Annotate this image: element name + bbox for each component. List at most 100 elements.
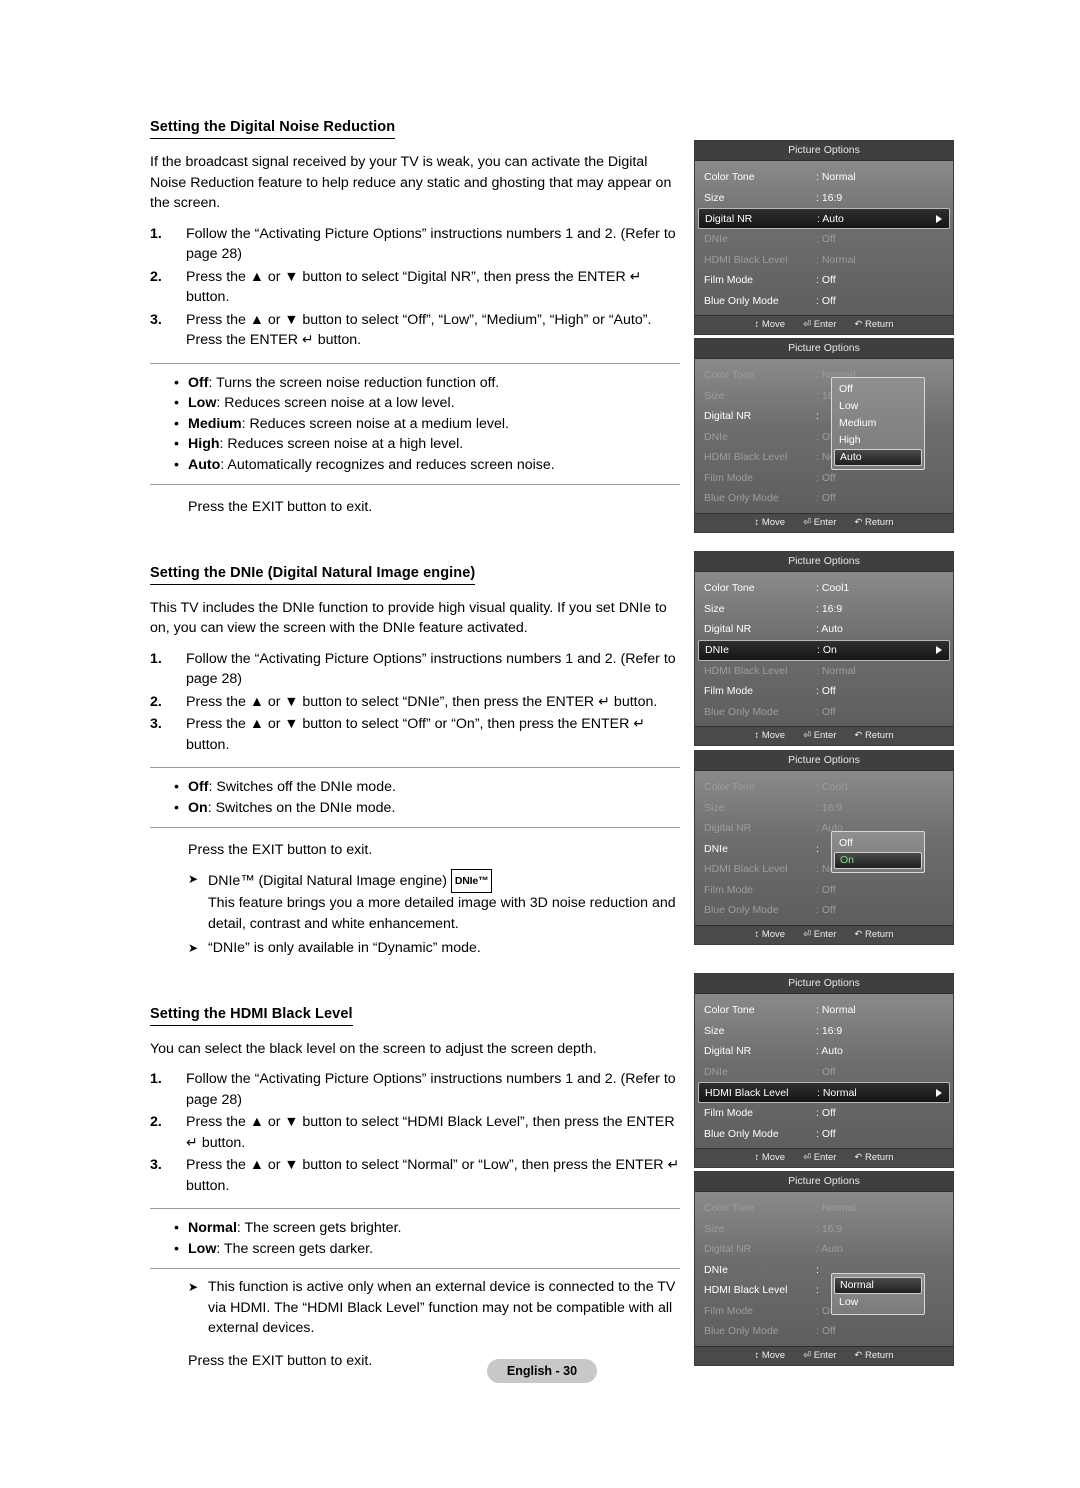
exit-note: Press the EXIT button to exit. (188, 1352, 373, 1369)
osd-row-label: HDMI Black Level (705, 1086, 789, 1099)
step-number: 1. (150, 650, 162, 667)
osd-row[interactable]: Digital NR: Auto (695, 1041, 953, 1062)
bullet-text: : Reduces screen noise at a medium level… (241, 415, 509, 432)
note-arrow-icon: ➤ (188, 871, 199, 886)
osd-panel-dnie-dropdown[interactable]: Picture Options Color Tone: Cool1 Size: … (694, 750, 954, 945)
dropdown-option-off[interactable]: Off (832, 835, 924, 852)
osd-row[interactable]: Film Mode: Off (695, 880, 953, 901)
osd-row-value: : Cool1 (816, 781, 850, 794)
osd-row[interactable]: Color Tone: Cool1 (695, 578, 953, 599)
dropdown-dnie-options[interactable]: Off On (831, 831, 925, 873)
osd-footer: ↕ Move ⏎ Enter ↶ Return (695, 924, 953, 944)
osd-row[interactable]: Film Mode: Off (695, 468, 953, 489)
note-arrow-icon: ➤ (188, 941, 199, 955)
osd-row-label: Film Mode (704, 1304, 754, 1317)
osd-title: Picture Options (695, 974, 953, 994)
osd-row-value: : Normal (816, 664, 856, 677)
osd-row[interactable]: DNIe: Off (695, 1062, 953, 1083)
osd-row[interactable]: Film Mode: Off (695, 270, 953, 291)
bullet-list-dnie: Off: Switches off the DNIe mode. On: Swi… (150, 767, 680, 828)
dropdown-hdmi-black-level-options[interactable]: Normal Low (831, 1273, 925, 1315)
osd-row-label: Digital NR (705, 212, 753, 225)
dropdown-option-normal[interactable]: Normal (834, 1277, 922, 1294)
bullet-text: : Turns the screen noise reduction funct… (208, 374, 500, 391)
section-intro-dnie: This TV includes the DNIe function to pr… (150, 599, 667, 637)
osd-row[interactable]: HDMI Black Level: Normal (695, 250, 953, 271)
osd-row-value: : Auto (816, 1045, 843, 1058)
osd-row-label: Size (704, 801, 725, 814)
bullet-list-hdmi-black-level: Normal: The screen gets brighter. Low: T… (150, 1208, 680, 1269)
section-intro-digital-noise-reduction: If the broadcast signal received by your… (150, 154, 672, 211)
osd-body: Color Tone: Cool1 Size: 16:9 Digital NR:… (695, 572, 953, 726)
bullet-text: : Automatically recognizes and reduces s… (220, 456, 555, 473)
osd-row[interactable]: Size: 16:9 (695, 599, 953, 620)
osd-body: Color Tone: Normal Size: 16:9 Digital NR… (695, 359, 953, 513)
osd-row-value: : Off (816, 294, 836, 307)
osd-row-value: : Off (816, 1325, 836, 1338)
osd-row[interactable]: Blue Only Mode: Off (695, 1124, 953, 1145)
chevron-right-icon (936, 646, 942, 654)
dropdown-digital-nr-options[interactable]: Off Low Medium High Auto (831, 377, 925, 470)
dnie-badge: DNIe™ (450, 868, 493, 893)
dropdown-option-low[interactable]: Low (832, 1294, 924, 1311)
dropdown-option-low[interactable]: Low (832, 398, 924, 415)
notes-dnie: ➤ DNIe™ (Digital Natural Image engine) D… (150, 868, 680, 959)
osd-row[interactable]: Digital NR: Auto (695, 619, 953, 640)
osd-row-label: Blue Only Mode (704, 492, 779, 505)
osd-panel-digital-nr-dropdown[interactable]: Picture Options Color Tone: Normal Size:… (694, 338, 954, 533)
osd-row[interactable]: Size: 16:9 (695, 798, 953, 819)
osd-row[interactable]: Blue Only Mode: Off (695, 900, 953, 921)
note-item: ➤ DNIe™ (Digital Natural Image engine) D… (188, 868, 680, 935)
osd-row[interactable]: Color Tone: Cool1 (695, 777, 953, 798)
dropdown-option-high[interactable]: High (832, 432, 924, 449)
bullet-term: Medium (188, 415, 242, 432)
bullet-item: Normal: The screen gets brighter. (174, 1218, 680, 1239)
step-number: 1. (150, 1071, 162, 1087)
osd-row[interactable]: DNIe: Off (695, 229, 953, 250)
osd-row[interactable]: Color Tone: Normal (695, 167, 953, 188)
osd-row-label: Digital NR (704, 822, 752, 835)
osd-row[interactable]: Blue Only Mode: Off (695, 702, 953, 723)
osd-row-selected[interactable]: HDMI Black Level: Normal (698, 1082, 950, 1103)
osd-panel-hdmi-black-level-dropdown[interactable]: Picture Options Color Tone: Normal Size:… (694, 1171, 954, 1366)
osd-row[interactable]: Color Tone: Normal (695, 1198, 953, 1219)
osd-row[interactable]: Color Tone: Normal (695, 1000, 953, 1021)
osd-row[interactable]: Digital NR: Auto (695, 1239, 953, 1260)
osd-title: Picture Options (695, 751, 953, 771)
osd-row-selected[interactable]: Digital NR: Auto (698, 208, 950, 229)
exit-note: Press the EXIT button to exit. (188, 842, 373, 858)
osd-row-value: : Off (816, 471, 836, 484)
osd-panel-dnie-selected[interactable]: Picture Options Color Tone: Cool1 Size: … (694, 551, 954, 746)
dropdown-option-medium[interactable]: Medium (832, 415, 924, 432)
osd-row-selected[interactable]: DNIe: On (698, 639, 950, 661)
osd-row[interactable]: Size: 16:9 (695, 188, 953, 209)
osd-panel-hdmi-black-level-selected[interactable]: Picture Options Color Tone: Normal Size:… (694, 973, 954, 1168)
osd-row[interactable]: Film Mode: Off (695, 1103, 953, 1124)
dropdown-option-off[interactable]: Off (832, 381, 924, 398)
osd-row[interactable]: HDMI Black Level: Normal (695, 661, 953, 682)
osd-row[interactable]: Blue Only Mode: Off (695, 1321, 953, 1342)
osd-footer-move: ↕ Move (754, 730, 786, 741)
bullet-text: : Switches off the DNIe mode. (208, 779, 396, 795)
bullet-item: Auto: Automatically recognizes and reduc… (174, 455, 680, 476)
osd-row[interactable]: Blue Only Mode: Off (695, 488, 953, 509)
osd-row-label: Film Mode (704, 685, 754, 698)
exit-note: Press the EXIT button to exit. (188, 499, 373, 515)
section-heading-dnie: Setting the DNIe (Digital Natural Image … (150, 565, 476, 585)
osd-row-label: Color Tone (704, 1202, 755, 1215)
step-item: 1. Follow the “Activating Picture Option… (150, 224, 680, 265)
step-item: 2. Press the ▲ or ▼ button to select “HD… (150, 1112, 680, 1153)
dropdown-option-on[interactable]: On (834, 852, 922, 869)
osd-panel-digital-nr-selected[interactable]: Picture Options Color Tone: Normal Size:… (694, 140, 954, 335)
osd-row[interactable]: Size: 16:9 (695, 1021, 953, 1042)
osd-row[interactable]: Blue Only Mode: Off (695, 291, 953, 312)
osd-row-value: : Off (816, 904, 836, 917)
osd-row-label: Film Mode (704, 274, 754, 287)
osd-row[interactable]: Size: 16:9 (695, 1219, 953, 1240)
dropdown-option-auto[interactable]: Auto (834, 449, 922, 466)
bullet-text: : Switches on the DNIe mode. (207, 799, 396, 816)
bullet-term: Normal (188, 1220, 237, 1236)
text-column: Setting the Digital Noise Reduction If t… (150, 118, 680, 1371)
osd-footer-enter: ⏎ Enter (803, 319, 837, 330)
osd-row[interactable]: Film Mode: Off (695, 681, 953, 702)
